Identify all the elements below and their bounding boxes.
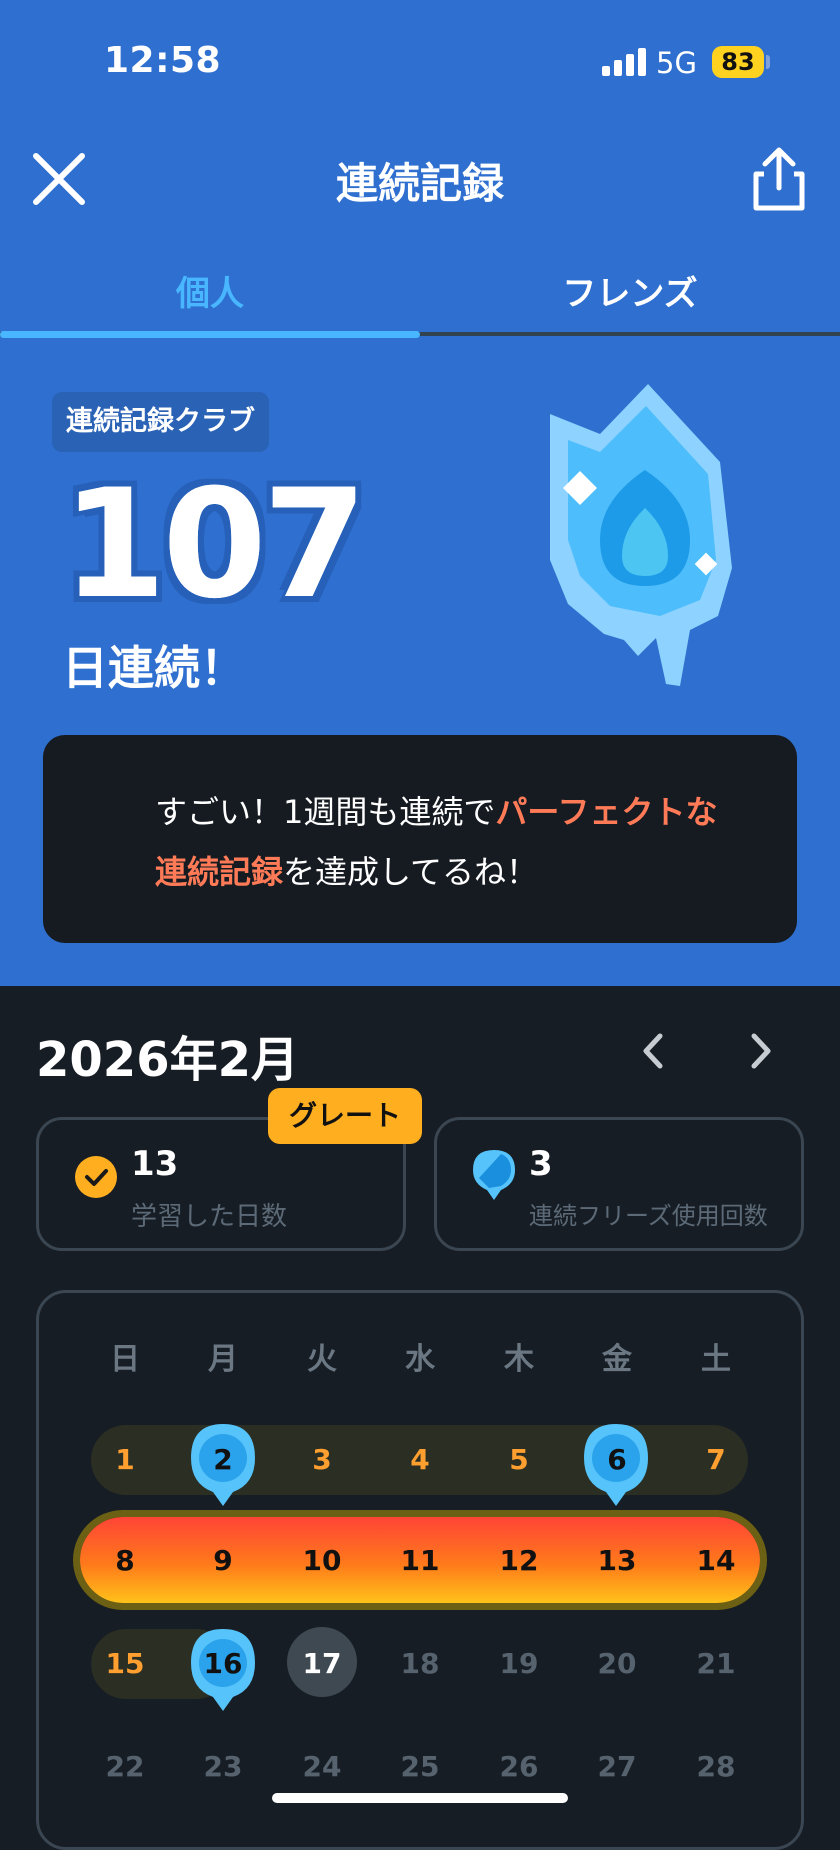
calendar-day[interactable]: 8 <box>95 1544 155 1578</box>
calendar-day[interactable]: 18 <box>390 1647 450 1681</box>
days-learned-value: 13 <box>131 1144 179 1184</box>
calendar-day[interactable]: 15 <box>95 1647 155 1681</box>
tab-indicator <box>0 331 420 338</box>
calendar-day[interactable]: 7 <box>686 1443 746 1477</box>
signal-icon <box>602 48 648 76</box>
calendar-day[interactable]: 21 <box>686 1647 746 1681</box>
message-highlight: 連続記録 <box>155 853 284 891</box>
page-title: 連続記録 <box>335 159 504 208</box>
achievement-message-card: すごい！1週間も連続でパーフェクトな 連続記録を達成してるね！ <box>43 735 797 943</box>
calendar-day[interactable]: 23 <box>193 1750 253 1784</box>
streak-count: 107 <box>62 458 367 632</box>
calendar-month-title: 2026年2月 <box>36 1032 299 1088</box>
streak-club-badge[interactable]: 連続記録クラブ <box>52 392 269 452</box>
calendar-day[interactable]: 16 <box>193 1647 253 1681</box>
calendar-day[interactable]: 25 <box>390 1750 450 1784</box>
calendar-day[interactable]: 12 <box>489 1544 549 1578</box>
calendar-day[interactable]: 3 <box>292 1443 352 1477</box>
streak-label: 日連続！ <box>62 641 246 695</box>
message-text: すごい！1週間も連続で <box>155 793 496 831</box>
streak-freeze-label: 連続フリーズ使用回数 <box>529 1202 768 1230</box>
streak-freeze-icon <box>473 1150 515 1200</box>
streak-freeze-value: 3 <box>529 1144 553 1184</box>
calendar-day[interactable]: 1 <box>95 1443 155 1477</box>
message-line-2: 連続記録を達成してるね！ <box>155 847 538 893</box>
calendar-day[interactable]: 9 <box>193 1544 253 1578</box>
calendar-day[interactable]: 6 <box>587 1443 647 1477</box>
calendar-day[interactable]: 4 <box>390 1443 450 1477</box>
calendar-day[interactable]: 24 <box>292 1750 352 1784</box>
share-icon[interactable] <box>750 144 808 214</box>
check-circle-icon <box>75 1156 117 1198</box>
chevron-right-icon[interactable] <box>748 1030 774 1072</box>
message-highlight: パーフェクトな <box>495 793 718 831</box>
weekday-sat: 土 <box>701 1342 731 1377</box>
calendar-day[interactable]: 27 <box>587 1750 647 1784</box>
weekday-wed: 水 <box>405 1342 435 1377</box>
calendar-day[interactable]: 19 <box>489 1647 549 1681</box>
calendar-day[interactable]: 2 <box>193 1443 253 1477</box>
message-text: を達成してるね！ <box>283 853 539 891</box>
calendar-day-today[interactable]: 17 <box>292 1647 352 1681</box>
great-badge: グレート <box>268 1088 422 1144</box>
message-line-1: すごい！1週間も連続でパーフェクトな <box>155 787 717 833</box>
calendar-day[interactable]: 20 <box>587 1647 647 1681</box>
calendar-day[interactable]: 13 <box>587 1544 647 1578</box>
calendar-day[interactable]: 10 <box>292 1544 352 1578</box>
calendar-day[interactable]: 11 <box>390 1544 450 1578</box>
calendar-day[interactable]: 26 <box>489 1750 549 1784</box>
home-indicator[interactable] <box>272 1793 568 1803</box>
weekday-sun: 日 <box>110 1342 140 1377</box>
battery-icon: 83 <box>712 46 764 78</box>
calendar-day[interactable]: 22 <box>95 1750 155 1784</box>
calendar-day[interactable]: 28 <box>686 1750 746 1784</box>
days-learned-label: 学習した日数 <box>131 1202 288 1232</box>
streak-freeze-card: 3 連続フリーズ使用回数 <box>434 1117 804 1251</box>
weekday-tue: 火 <box>307 1342 337 1377</box>
weekday-thu: 木 <box>504 1342 534 1377</box>
status-time: 12:58 <box>104 40 222 81</box>
weekday-fri: 金 <box>602 1342 632 1377</box>
network-type: 5G <box>656 46 697 80</box>
chevron-left-icon[interactable] <box>640 1030 666 1072</box>
battery-tip <box>766 55 770 69</box>
frozen-flame-icon <box>550 384 732 686</box>
tab-friends[interactable]: フレンズ <box>420 266 840 315</box>
weekday-mon: 月 <box>208 1342 238 1377</box>
calendar-day[interactable]: 5 <box>489 1443 549 1477</box>
calendar-day[interactable]: 14 <box>686 1544 746 1578</box>
tab-personal[interactable]: 個人 <box>0 266 420 315</box>
